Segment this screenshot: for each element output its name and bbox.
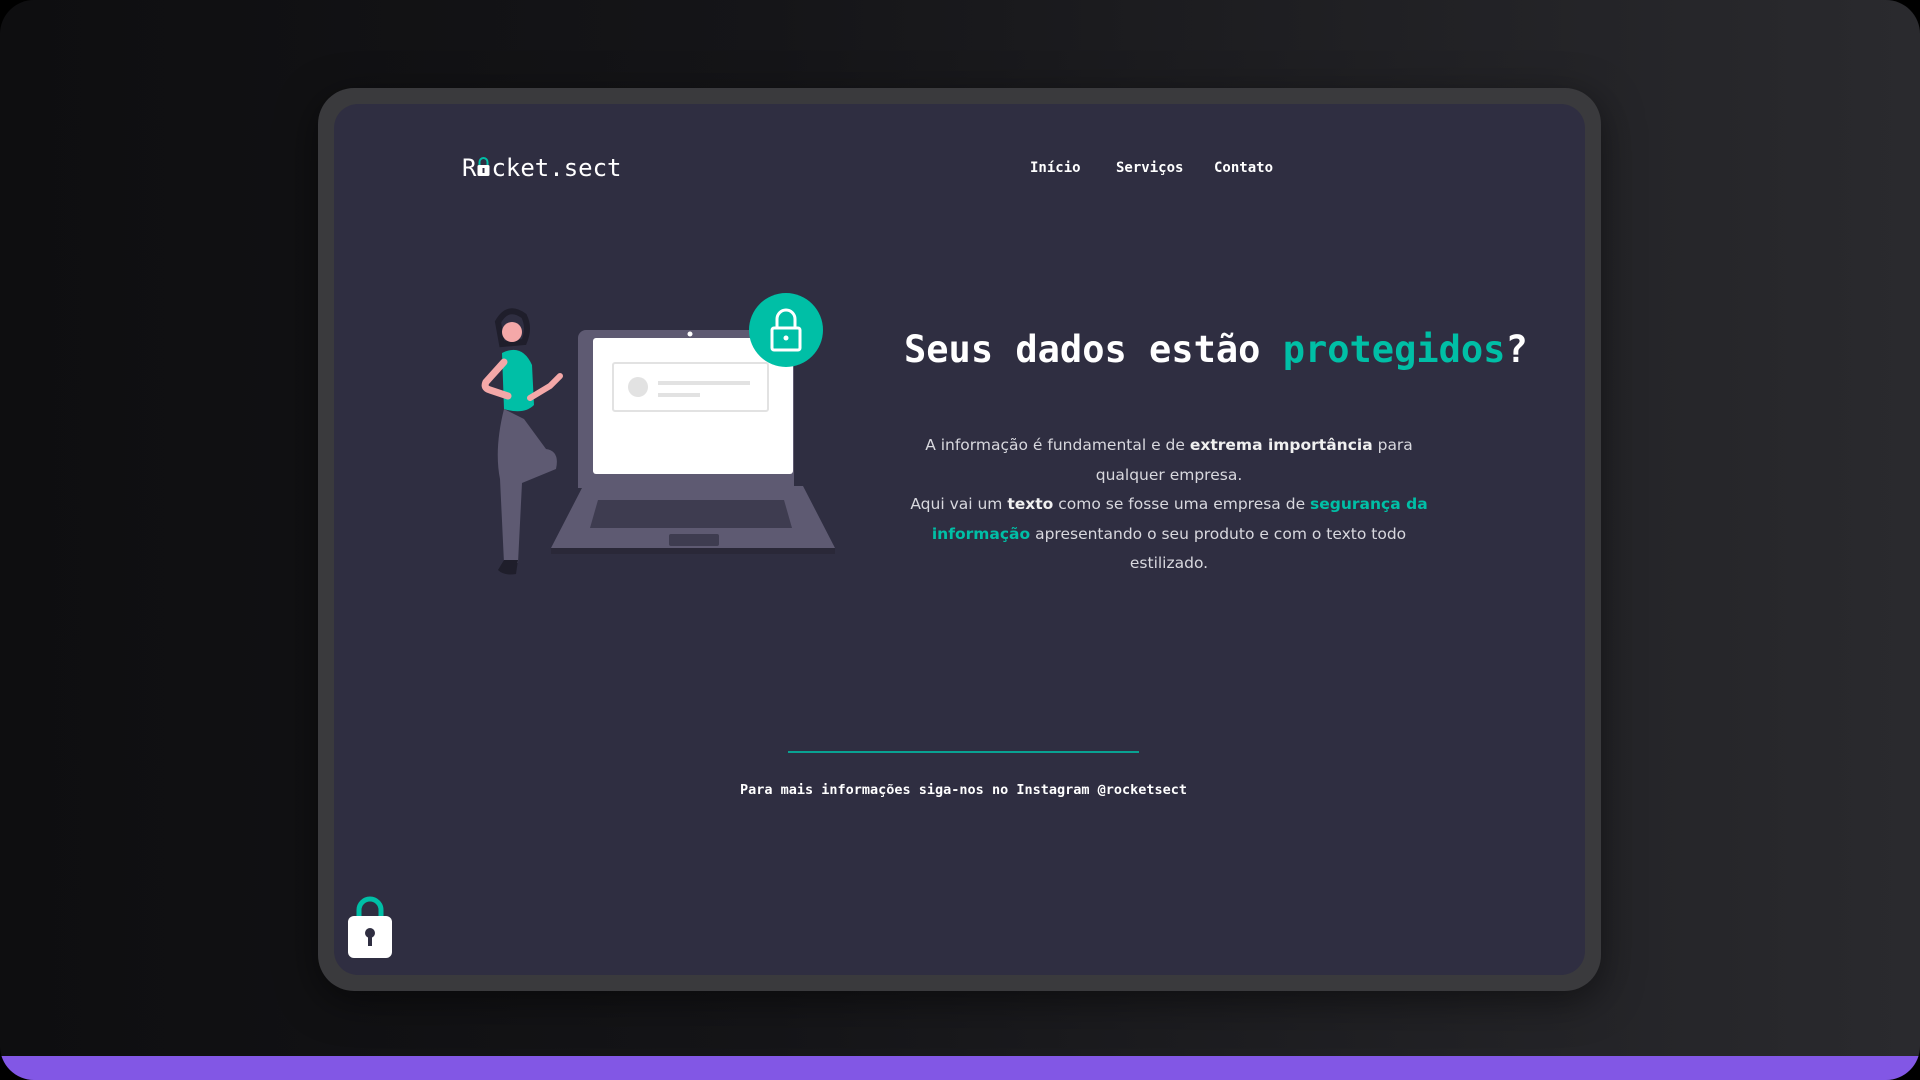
bottom-accent-bar (0, 1056, 1920, 1080)
p1-bold: extrema importância (1189, 436, 1373, 454)
title-question: ? (1505, 328, 1528, 371)
lock-icon (348, 896, 392, 958)
logo[interactable]: Rcket.sect (462, 154, 622, 182)
title-text: Seus dados estão (904, 328, 1283, 371)
hero-title: Seus dados estão protegidos? (904, 328, 1528, 371)
footer-divider (788, 751, 1139, 753)
logo-text-suffix: cket.sect (491, 154, 622, 182)
p2-bold: texto (1007, 495, 1054, 513)
security-illustration (481, 293, 835, 575)
website-screen: Rcket.sect Início Serviços Contato Seus … (334, 104, 1585, 975)
nav-servicos[interactable]: Serviços (1116, 160, 1183, 176)
nav-inicio[interactable]: Início (1030, 160, 1081, 176)
footer-text: Para mais informações siga-nos no Instag… (739, 782, 1188, 798)
p2-text-end: apresentando o seu produto e com o texto… (1030, 524, 1407, 573)
p1-text: A informação é fundamental e de (925, 436, 1190, 454)
desktop-background: Rcket.sect Início Serviços Contato Seus … (0, 0, 1920, 1080)
nav-contato[interactable]: Contato (1214, 160, 1273, 176)
hero-description: A informação é fundamental e de extrema … (894, 431, 1444, 579)
lock-o-icon (476, 154, 491, 182)
p2-text-mid: como se fosse uma empresa de (1053, 495, 1311, 513)
p2-text: Aqui vai um (910, 495, 1008, 513)
logo-text-prefix: R (462, 154, 477, 182)
title-accent: protegidos (1282, 328, 1506, 371)
device-frame: Rcket.sect Início Serviços Contato Seus … (318, 88, 1601, 991)
